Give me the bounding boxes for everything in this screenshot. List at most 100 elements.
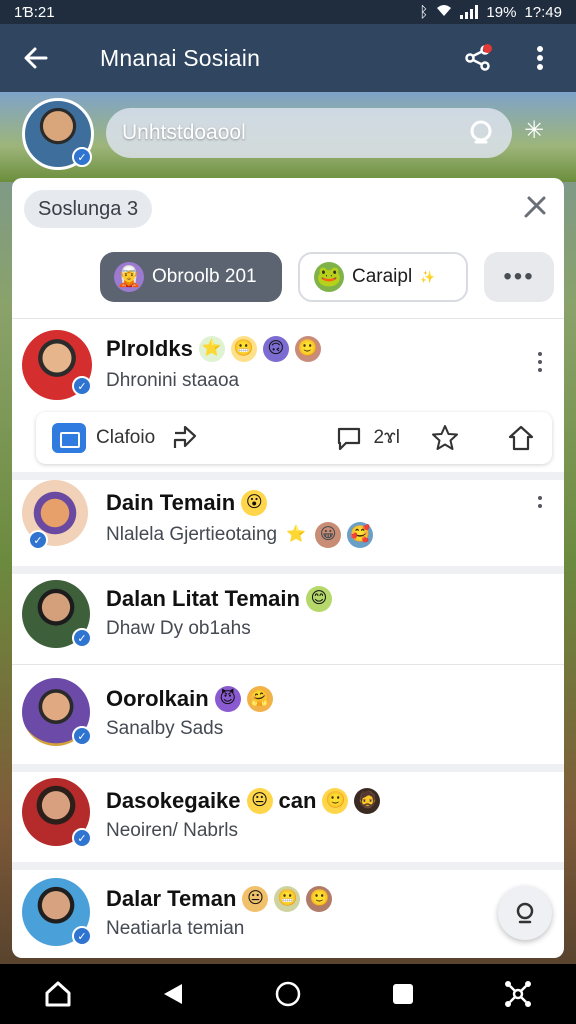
network-icon: [505, 981, 532, 1007]
star-emoji-icon: ⭐: [198, 336, 225, 362]
list-item[interactable]: ✓ Dasokegaike 😐 can 🙂 🧔 Neoiren/ Nabrls: [12, 774, 564, 872]
post-subtitle: Nlalela Gjertieotaing ⭐ 😀 🥰: [106, 522, 374, 548]
neutral-emoji-icon: 😐: [242, 886, 269, 912]
post-subtitle-text: Neoiren/ Nabrls: [106, 820, 238, 841]
search-icon: [516, 902, 534, 924]
divider: [12, 566, 564, 574]
extra-nav-button[interactable]: [494, 970, 542, 1018]
kebab-icon: [537, 46, 543, 70]
post-author: Dain Temain 😮: [106, 490, 268, 516]
divider: [12, 664, 564, 665]
post-author: Oorolkain 😈 🤗: [106, 686, 273, 712]
search-bar[interactable]: Unhtstdoaool: [106, 108, 512, 158]
post-subtitle-text: Sanalby Sads: [106, 718, 224, 739]
character-icon: 🧝: [114, 262, 144, 292]
star-emoji-icon: ⭐: [286, 526, 307, 543]
search-input[interactable]: Unhtstdoaool: [122, 121, 466, 145]
post-author: Dasokegaike 😐 can 🙂 🧔: [106, 788, 381, 814]
post-subtitle: Neatiarla temian: [106, 918, 244, 940]
star-icon[interactable]: [430, 423, 460, 453]
triangle-back-icon: [163, 984, 182, 1004]
share-label: Clafoio: [96, 427, 156, 448]
sparkle-emoji-icon: ✨: [420, 270, 436, 284]
comment-button[interactable]: 2ɤl: [335, 424, 400, 452]
post-menu-button[interactable]: [536, 496, 544, 508]
verified-badge-icon: ✓: [72, 726, 92, 746]
list-item[interactable]: ✓ Dalan Litat Temain 😊 Dhaw Dy ob1ahs: [12, 576, 564, 664]
grimace-emoji-icon: 😬: [230, 336, 257, 362]
smile-emoji-icon: 🙂: [306, 886, 333, 912]
app-bar: Mnanai Sosiain: [0, 24, 576, 92]
filter-pill-0[interactable]: 🧝 Obroolb 201: [100, 252, 282, 302]
status-icons: ᛒ 19% 1?:49: [419, 4, 562, 21]
smile-emoji-icon: 🙂: [294, 336, 321, 362]
filter-row: 🧝 Obroolb 201 🐸 Caraipl ✨ •••: [100, 252, 554, 304]
circle-home-icon: [275, 981, 301, 1007]
grimace-emoji-icon: 😬: [274, 886, 301, 912]
more-filters-button[interactable]: •••: [484, 252, 554, 302]
filter-pill-label: Obroolb 201: [152, 266, 257, 287]
surprised-emoji-icon: 😮: [241, 490, 268, 516]
recents-nav-button[interactable]: [379, 970, 427, 1018]
divider: [12, 862, 564, 870]
page-title: Mnanai Sosiain: [100, 44, 261, 71]
overflow-menu-button[interactable]: [520, 38, 560, 78]
filter-chip[interactable]: Soslunga 3: [24, 190, 153, 228]
wifi-icon: [436, 4, 452, 21]
post-menu-button[interactable]: [536, 352, 544, 372]
filter-pill-1[interactable]: 🐸 Caraipl ✨: [298, 252, 468, 302]
search-icon[interactable]: [466, 118, 496, 148]
home-icon: [45, 981, 71, 1007]
post-subtitle-text: Dhronini staaoa: [106, 370, 240, 391]
list-item[interactable]: ✓ Dain Temain 😮 Nlalela Gjertieotaing ⭐ …: [12, 480, 564, 568]
post-action-bar: Clafoio 2ɤl: [36, 412, 552, 464]
home-outline-icon[interactable]: [506, 423, 536, 453]
verified-badge-icon: ✓: [72, 926, 92, 946]
filter-chip-label: Soslunga 3: [38, 197, 139, 220]
verified-badge-icon: ✓: [72, 147, 92, 167]
post-author-name: Dasokegaike: [106, 788, 241, 813]
love-emoji-icon: 🥰: [347, 522, 374, 548]
blush-emoji-icon: 😊: [305, 586, 332, 612]
bearded-emoji-icon: 🧔: [354, 788, 381, 814]
status-time: 1Ɓ:21: [14, 3, 55, 21]
post-author-name: Plroldks: [106, 336, 193, 361]
post-subtitle-text: Neatiarla temian: [106, 918, 245, 939]
divider: [12, 472, 564, 480]
divider: [12, 764, 564, 772]
list-item[interactable]: ✓ Oorolkain 😈 🤗 Sanalby Sads: [12, 674, 564, 764]
post-author-name: Dalan Litat Temain: [106, 586, 300, 611]
verified-badge-icon: ✓: [72, 628, 92, 648]
status-bar: 1Ɓ:21 ᛒ 19% 1?:49: [0, 0, 576, 24]
share-to-folder-button[interactable]: Clafoio: [52, 423, 155, 453]
verified-badge-icon: ✓: [72, 376, 92, 396]
divider: [12, 318, 564, 319]
post-subtitle-text: Dhaw Dy ob1ahs: [106, 618, 251, 639]
bluetooth-icon: ᛒ: [419, 3, 429, 21]
filter-pill-label: Caraipl: [352, 266, 413, 287]
upside-emoji-icon: 🙃: [262, 336, 289, 362]
post-subtitle: Dhronini staaoa: [106, 370, 239, 392]
home-app-button[interactable]: [34, 970, 82, 1018]
share-button[interactable]: [458, 38, 498, 78]
back-nav-button[interactable]: [149, 970, 197, 1018]
close-icon[interactable]: [520, 192, 550, 222]
list-item[interactable]: ✓ Dalar Teman 😐 😬 🙂 Neatiarla temian: [12, 874, 564, 958]
comment-icon: [338, 427, 361, 451]
comment-count: 2ɤl: [373, 427, 400, 448]
folder-icon: [52, 423, 86, 453]
grin-emoji-icon: 😀: [315, 522, 342, 548]
post-author: Dalar Teman 😐 😬 🙂: [106, 886, 333, 912]
sparkle-icon: ✳: [524, 117, 545, 144]
post-author: Dalan Litat Temain 😊: [106, 586, 332, 612]
character-icon: 🐸: [314, 262, 344, 292]
home-nav-button[interactable]: [264, 970, 312, 1018]
post-author: Plroldks ⭐ 😬 🙃 🙂: [106, 336, 321, 362]
search-fab-button[interactable]: [498, 886, 552, 940]
share-arrow-icon[interactable]: [171, 424, 199, 452]
notification-dot: [483, 44, 492, 53]
post-subtitle: Sanalby Sads: [106, 718, 223, 740]
back-button[interactable]: [16, 38, 56, 78]
post-author-suffix: can: [278, 788, 317, 813]
square-recents-icon: [393, 984, 414, 1004]
